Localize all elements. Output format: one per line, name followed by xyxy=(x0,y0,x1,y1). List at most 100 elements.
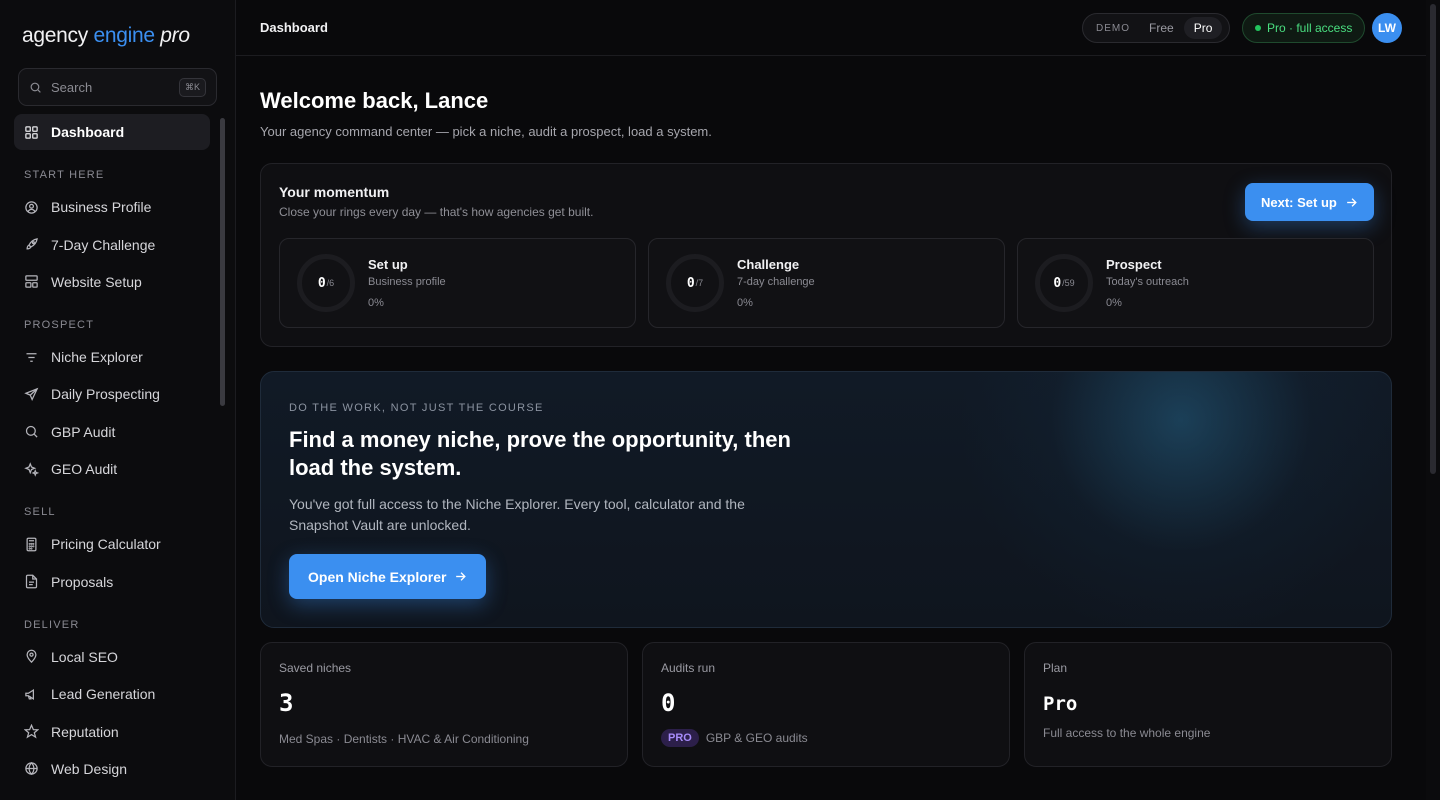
sidebar-item-label: GEO Audit xyxy=(51,461,118,478)
hero-eyebrow: DO THE WORK, NOT JUST THE COURSE xyxy=(289,402,544,414)
sidebar-nav: Dashboard START HERE Business Profile 7-… xyxy=(14,114,210,788)
search-input[interactable]: Search xyxy=(51,80,179,95)
sparkles-icon xyxy=(24,461,39,477)
ring-card-prospect[interactable]: 0/59 Prospect Today's outreach 0% xyxy=(1017,238,1374,328)
sidebar-scrollbar[interactable] xyxy=(220,118,225,406)
access-status-text: Pro · full access xyxy=(1267,21,1353,35)
sidebar-item-label: Business Profile xyxy=(51,199,152,216)
grid-icon xyxy=(25,125,38,139)
open-niche-explorer-label: Open Niche Explorer xyxy=(308,568,447,585)
globe-icon xyxy=(25,762,38,776)
sidebar-item-business-profile[interactable]: Business Profile xyxy=(14,189,210,225)
search-shortcut: ⌘K xyxy=(178,77,206,97)
next-setup-label: Next: Set up xyxy=(1261,194,1337,210)
star-icon xyxy=(24,724,39,739)
sidebar-item-lead-generation[interactable]: Lead Generation xyxy=(14,676,210,712)
sidebar-item-label: Local SEO xyxy=(51,648,118,665)
calculator-icon xyxy=(26,537,37,552)
momentum-rings: 0/6 Set up Business profile 0% 0/7 Chall… xyxy=(279,238,1374,328)
sidebar-item-label: Dashboard xyxy=(51,124,125,140)
progress-ring: 0/6 xyxy=(297,254,355,312)
avatar[interactable]: LW xyxy=(1372,13,1402,43)
nav-section-start-here: START HERE xyxy=(24,169,105,182)
nav-section-prospect: PROSPECT xyxy=(24,319,95,332)
layout-icon xyxy=(25,275,38,289)
stat-label: Plan xyxy=(1043,661,1068,675)
sidebar-item-label: Daily Prospecting xyxy=(51,386,160,403)
progress-ring: 0/7 xyxy=(666,254,724,312)
stat-value: 3 xyxy=(279,689,294,717)
welcome-heading: Welcome back, Lance xyxy=(260,88,489,113)
momentum-subtitle: Close your rings every day — that's how … xyxy=(279,205,594,219)
progress-ring: 0/59 xyxy=(1035,254,1093,312)
stat-card-audits-run[interactable]: Audits run 0 PRO GBP & GEO audits xyxy=(642,642,1010,767)
stat-description: GBP & GEO audits xyxy=(705,731,808,745)
stat-card-plan[interactable]: Plan Pro Full access to the whole engine xyxy=(1024,642,1392,767)
demo-option-free[interactable]: Free xyxy=(1139,17,1184,39)
user-circle-icon xyxy=(25,201,38,214)
sidebar-item-niche-explorer[interactable]: Niche Explorer xyxy=(14,339,210,375)
sidebar-item-web-design[interactable]: Web Design xyxy=(14,751,210,787)
stat-card-saved-niches[interactable]: Saved niches 3 Med Spas · Dentists · HVA… xyxy=(260,642,628,767)
sidebar-item-dashboard[interactable]: Dashboard xyxy=(14,114,210,150)
pro-badge: PRO xyxy=(661,729,699,747)
open-niche-explorer-button[interactable]: Open Niche Explorer xyxy=(289,554,487,599)
app-logo[interactable]: agency engine pro xyxy=(22,24,190,48)
search-box[interactable]: Search ⌘K xyxy=(18,68,217,106)
page-scrollbar-thumb[interactable] xyxy=(1430,4,1436,474)
momentum-title: Your momentum xyxy=(279,184,390,200)
sidebar-item-geo-audit[interactable]: GEO Audit xyxy=(14,451,210,487)
ring-percent: 0% xyxy=(368,297,384,309)
document-icon xyxy=(25,574,38,589)
page-scrollbar[interactable] xyxy=(1426,0,1440,800)
megaphone-icon xyxy=(25,688,34,700)
stat-description-row: PRO GBP & GEO audits xyxy=(661,729,808,747)
stat-value: 0 xyxy=(661,689,676,717)
ring-card-challenge[interactable]: 0/7 Challenge 7-day challenge 0% xyxy=(648,238,1005,328)
sidebar-item-label: Reputation xyxy=(51,723,119,740)
sidebar-item-label: Lead Generation xyxy=(51,686,156,703)
sidebar: agency engine pro Search ⌘K Dashboard ST… xyxy=(0,0,236,800)
hero-body: You've got full access to the Niche Expl… xyxy=(289,496,745,533)
sidebar-item-proposals[interactable]: Proposals xyxy=(14,564,210,600)
rocket-icon xyxy=(26,238,38,250)
ring-percent: 0% xyxy=(1106,297,1122,309)
demo-option-pro[interactable]: Pro xyxy=(1183,17,1223,39)
status-dot-icon xyxy=(1255,25,1261,31)
ring-subtitle: Business profile xyxy=(368,276,446,288)
ring-title: Challenge xyxy=(737,257,800,272)
ring-subtitle: 7-day challenge xyxy=(737,276,815,288)
hero-card: DO THE WORK, NOT JUST THE COURSE Find a … xyxy=(260,371,1392,628)
stat-description: Full access to the whole engine xyxy=(1043,726,1211,740)
ring-card-setup[interactable]: 0/6 Set up Business profile 0% xyxy=(279,238,636,328)
sidebar-item-label: Pricing Calculator xyxy=(51,536,161,553)
search-icon xyxy=(25,426,38,438)
sidebar-item-local-seo[interactable]: Local SEO xyxy=(14,639,210,675)
filter-icon xyxy=(26,352,37,362)
sidebar-item-label: Web Design xyxy=(51,760,128,777)
stat-label: Saved niches xyxy=(279,661,352,675)
sidebar-item-label: Proposals xyxy=(51,573,114,590)
sidebar-item-label: GBP Audit xyxy=(51,423,116,440)
sidebar-item-gbp-audit[interactable]: GBP Audit xyxy=(14,414,210,450)
sidebar-item-label: Website Setup xyxy=(51,273,142,290)
demo-plan-toggle: DEMO Free Pro xyxy=(1082,13,1230,43)
top-bar: Dashboard DEMO Free Pro Pro · full acces… xyxy=(236,0,1426,56)
arrow-right-icon xyxy=(456,572,467,581)
momentum-card: Your momentum Close your rings every day… xyxy=(260,163,1392,347)
arrow-right-icon xyxy=(1347,197,1357,207)
next-setup-button[interactable]: Next: Set up xyxy=(1245,183,1374,221)
sidebar-item-reputation[interactable]: Reputation xyxy=(14,714,210,750)
ring-subtitle: Today's outreach xyxy=(1106,276,1189,288)
ring-percent: 0% xyxy=(737,297,753,309)
stat-value: Pro xyxy=(1043,693,1078,715)
nav-section-sell: SELL xyxy=(24,506,56,519)
sidebar-item-7-day-challenge[interactable]: 7-Day Challenge xyxy=(14,227,210,263)
search-icon xyxy=(30,82,41,93)
sidebar-item-label: 7-Day Challenge xyxy=(51,236,156,253)
sidebar-item-daily-prospecting[interactable]: Daily Prospecting xyxy=(14,376,210,412)
sidebar-item-website-setup[interactable]: Website Setup xyxy=(14,264,210,300)
welcome-subtitle: Your agency command center — pick a nich… xyxy=(260,124,712,139)
sidebar-item-pricing-calculator[interactable]: Pricing Calculator xyxy=(14,526,210,562)
map-pin-icon xyxy=(26,650,37,664)
